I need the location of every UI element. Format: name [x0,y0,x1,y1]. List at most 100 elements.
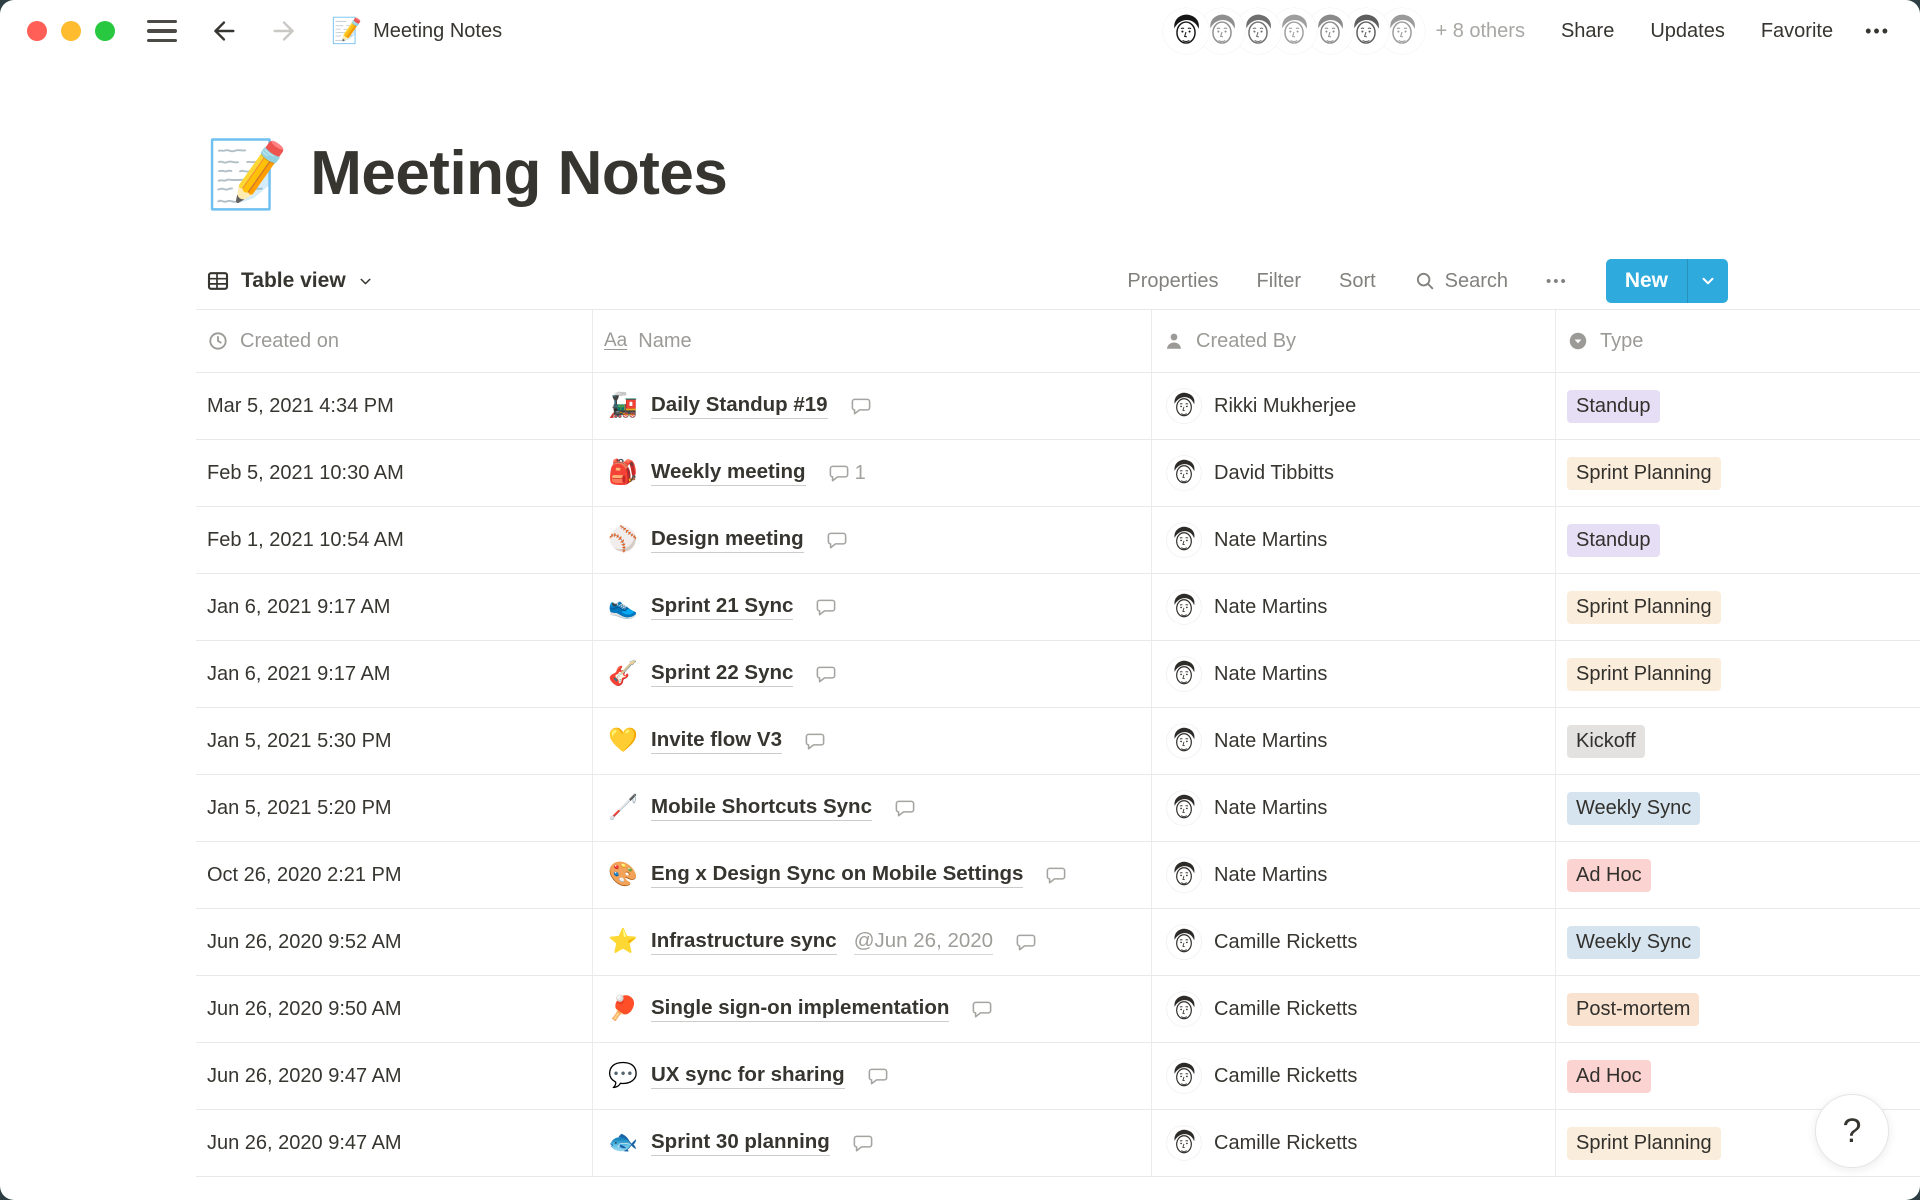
column-header-type[interactable]: Type [1555,310,1920,372]
name-cell[interactable]: 🐟 Sprint 30 planning [592,1110,1151,1176]
created-on-cell[interactable]: Jan 6, 2021 9:17 AM [196,574,592,640]
created-on-cell[interactable]: Oct 26, 2020 2:21 PM [196,842,592,908]
page-emoji-icon: 🎸 [608,662,642,686]
name-cell[interactable]: 🎨 Eng x Design Sync on Mobile Settings [592,842,1151,908]
name-cell[interactable]: 🎸 Sprint 22 Sync [592,641,1151,707]
created-on-cell[interactable]: Mar 5, 2021 4:34 PM [196,373,592,439]
created-by-cell[interactable]: Nate Martins [1151,708,1555,774]
created-on-cell[interactable]: Feb 1, 2021 10:54 AM [196,507,592,573]
type-cell[interactable]: Standup [1555,373,1920,439]
type-cell[interactable]: Weekly Sync [1555,909,1920,975]
created-by-cell[interactable]: Nate Martins [1151,641,1555,707]
sort-button[interactable]: Sort [1339,270,1376,293]
updates-button[interactable]: Updates [1650,20,1725,43]
new-dropdown-button[interactable] [1687,259,1728,303]
page-link[interactable]: Design meeting [651,527,804,553]
table-view-selector[interactable]: Table view [206,269,374,293]
created-on-cell[interactable]: Jun 26, 2020 9:47 AM [196,1043,592,1109]
name-cell[interactable]: 💬 UX sync for sharing [592,1043,1151,1109]
column-header-created-by[interactable]: Created By [1151,310,1555,372]
collaborator-avatars[interactable] [1163,8,1425,54]
created-by-cell[interactable]: Camille Ricketts [1151,976,1555,1042]
more-menu-icon[interactable]: ••• [1865,21,1890,42]
chevron-down-icon [357,273,374,290]
type-cell[interactable]: Standup [1555,507,1920,573]
name-cell[interactable]: 🦯 Mobile Shortcuts Sync [592,775,1151,841]
avatar [1167,1059,1201,1093]
created-by-cell[interactable]: Nate Martins [1151,507,1555,573]
page-link[interactable]: UX sync for sharing [651,1063,845,1089]
name-cell[interactable]: 🎒 Weekly meeting 1 [592,440,1151,506]
page-link[interactable]: Single sign-on implementation [651,996,949,1022]
name-cell[interactable]: 💛 Invite flow V3 [592,708,1151,774]
sidebar-menu-icon[interactable] [147,20,177,42]
page-link[interactable]: Infrastructure sync [651,929,837,955]
type-cell[interactable]: Kickoff [1555,708,1920,774]
page-link[interactable]: Eng x Design Sync on Mobile Settings [651,862,1023,888]
back-arrow-icon[interactable] [207,15,239,47]
type-badge: Sprint Planning [1567,457,1721,490]
created-by-cell[interactable]: Nate Martins [1151,574,1555,640]
favorite-button[interactable]: Favorite [1761,20,1833,43]
properties-button[interactable]: Properties [1127,270,1218,293]
breadcrumb[interactable]: 📝 Meeting Notes [331,19,502,44]
share-button[interactable]: Share [1561,20,1614,43]
collaborator-avatar[interactable] [1163,8,1209,54]
comment-count [850,395,877,417]
column-header-created-on[interactable]: Created on [196,310,592,372]
created-by-cell[interactable]: Nate Martins [1151,775,1555,841]
search-button[interactable]: Search [1414,270,1508,293]
date-mention[interactable]: @Jun 26, 2020 [854,929,993,955]
page-emoji-icon: 💬 [608,1064,642,1088]
help-button[interactable]: ? [1815,1094,1889,1168]
comment-icon [894,797,916,819]
avatar [1167,724,1201,758]
page-link[interactable]: Mobile Shortcuts Sync [651,795,872,821]
created-on-cell[interactable]: Jan 6, 2021 9:17 AM [196,641,592,707]
page-memo-icon[interactable]: 📝 [206,141,288,207]
created-on-cell[interactable]: Jun 26, 2020 9:47 AM [196,1110,592,1176]
page-link[interactable]: Sprint 30 planning [651,1130,830,1156]
created-by-cell[interactable]: Camille Ricketts [1151,1043,1555,1109]
name-cell[interactable]: 👟 Sprint 21 Sync [592,574,1151,640]
name-cell[interactable]: ⭐ Infrastructure sync @Jun 26, 2020 [592,909,1151,975]
close-window-button[interactable] [27,21,47,41]
page-link[interactable]: Invite flow V3 [651,728,782,754]
others-count[interactable]: + 8 others [1435,20,1525,43]
created-by-cell[interactable]: David Tibbitts [1151,440,1555,506]
type-cell[interactable]: Sprint Planning [1555,641,1920,707]
created-on-cell[interactable]: Jun 26, 2020 9:50 AM [196,976,592,1042]
type-cell[interactable]: Post-mortem [1555,976,1920,1042]
column-header-name[interactable]: Aa Name [592,310,1151,372]
created-by-cell[interactable]: Camille Ricketts [1151,1110,1555,1176]
page-link[interactable]: Sprint 21 Sync [651,594,793,620]
comment-icon [815,663,837,685]
type-cell[interactable]: Sprint Planning [1555,440,1920,506]
zoom-window-button[interactable] [95,21,115,41]
created-by-cell[interactable]: Nate Martins [1151,842,1555,908]
page-emoji-icon: ⭐ [608,930,642,954]
created-on-cell[interactable]: Jan 5, 2021 5:20 PM [196,775,592,841]
table-row: Feb 1, 2021 10:54 AM ⚾ Design meeting Na… [196,507,1920,574]
page-link[interactable]: Weekly meeting [651,460,806,486]
created-by-cell[interactable]: Camille Ricketts [1151,909,1555,975]
created-by-cell[interactable]: Rikki Mukherjee [1151,373,1555,439]
avatar [1167,523,1201,557]
created-on-cell[interactable]: Feb 5, 2021 10:30 AM [196,440,592,506]
created-on-cell[interactable]: Jan 5, 2021 5:30 PM [196,708,592,774]
name-cell[interactable]: 🚂 Daily Standup #19 [592,373,1151,439]
forward-arrow-icon[interactable] [269,15,301,47]
name-cell[interactable]: ⚾ Design meeting [592,507,1151,573]
page-link[interactable]: Daily Standup #19 [651,393,828,419]
view-options-icon[interactable]: ••• [1546,273,1568,290]
filter-button[interactable]: Filter [1257,270,1301,293]
new-button[interactable]: New [1606,259,1687,303]
type-cell[interactable]: Weekly Sync [1555,775,1920,841]
minimize-window-button[interactable] [61,21,81,41]
created-on-cell[interactable]: Jun 26, 2020 9:52 AM [196,909,592,975]
type-cell[interactable]: Ad Hoc [1555,842,1920,908]
name-cell[interactable]: 🏓 Single sign-on implementation [592,976,1151,1042]
comment-icon [815,596,837,618]
page-link[interactable]: Sprint 22 Sync [651,661,793,687]
type-cell[interactable]: Sprint Planning [1555,574,1920,640]
